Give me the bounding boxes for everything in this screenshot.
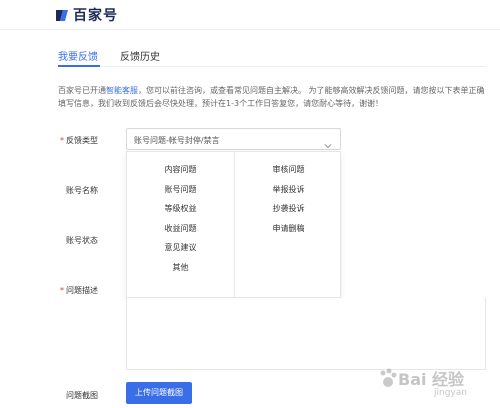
chevron-down-icon — [324, 135, 332, 149]
option-delete-article[interactable]: 申请删稿 — [235, 223, 342, 243]
active-tab-indicator — [58, 65, 100, 67]
option-suggestion[interactable]: 意见建议 — [127, 242, 234, 262]
upload-screenshot-button[interactable]: 上传问题截图 — [126, 382, 192, 404]
option-account-issue[interactable]: 账号问题 — [127, 184, 234, 204]
smart-support-link[interactable]: 智能客服 — [106, 86, 138, 95]
feedback-type-value: 账号问题-帐号封停/禁言 — [134, 136, 220, 145]
account-name-label: 账号名称 — [66, 186, 98, 195]
account-status-label: 账号状态 — [66, 236, 98, 245]
feedback-type-dropdown: 内容问题 账号问题 等级权益 收益问题 意见建议 其他 审核问题 举报投诉 抄袭… — [126, 151, 342, 299]
watermark: Bai 经验 jingyan — [378, 364, 496, 404]
watermark-text: Bai 经验 — [398, 370, 465, 389]
notice-text: 百家号已开通智能客服，您可以前往咨询，或查看常见问题自主解决。 为了能够高效解决… — [58, 84, 490, 110]
paw-icon — [380, 368, 397, 387]
required-mark: * — [60, 286, 64, 295]
option-level-rights[interactable]: 等级权益 — [127, 203, 234, 223]
feedback-type-select[interactable]: 账号问题-帐号封停/禁言 — [126, 128, 341, 150]
option-income-issue[interactable]: 收益问题 — [127, 223, 234, 243]
dropdown-primary-column: 内容问题 账号问题 等级权益 收益问题 意见建议 其他 — [127, 164, 234, 281]
option-plagiarism-complaint[interactable]: 抄袭投诉 — [235, 203, 342, 223]
notice-text-before-link: 百家号已开通 — [58, 86, 106, 95]
feedback-type-label-text: 反馈类型 — [66, 136, 98, 145]
baijiahao-logo-icon — [54, 7, 70, 23]
description-textarea[interactable] — [126, 298, 486, 370]
top-header: 百家号 — [0, 0, 500, 30]
brand-logo[interactable]: 百家号 — [54, 5, 118, 25]
tabs-divider — [58, 66, 486, 67]
option-report-complaint[interactable]: 举报投诉 — [235, 184, 342, 204]
brand-name: 百家号 — [73, 8, 118, 24]
watermark-sub: jingyan — [434, 388, 467, 398]
feedback-type-label: * 反馈类型 — [38, 135, 98, 146]
description-label-text: 问题描述 — [66, 286, 98, 295]
option-other[interactable]: 其他 — [127, 262, 234, 282]
option-content-issue[interactable]: 内容问题 — [127, 164, 234, 184]
screenshot-label: 问题截图 — [66, 391, 98, 400]
description-label: * 问题描述 — [38, 285, 98, 296]
required-mark: * — [60, 136, 64, 145]
dropdown-secondary-column: 审核问题 举报投诉 抄袭投诉 申请删稿 — [235, 164, 342, 242]
option-review-issue[interactable]: 审核问题 — [235, 164, 342, 184]
